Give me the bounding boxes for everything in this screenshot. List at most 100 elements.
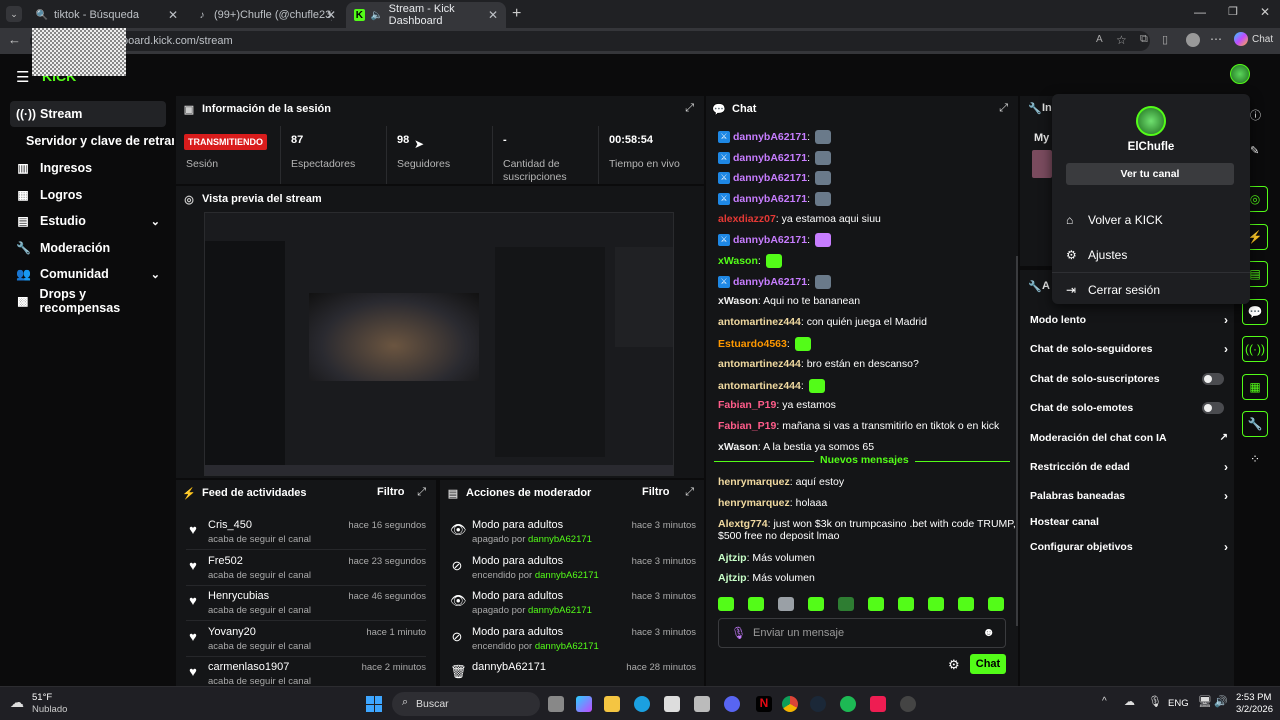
info-icon[interactable]: ⓘ [1250, 107, 1261, 123]
chat-username[interactable]: henrymarquez [718, 497, 790, 509]
expand-icon[interactable]: ⤢ [999, 102, 1008, 115]
chat-username[interactable]: Estuardo4563 [718, 338, 787, 350]
expand-icon[interactable]: ⤢ [685, 486, 694, 499]
activity-user[interactable]: Fre502 [208, 555, 243, 567]
chat-username[interactable]: henrymarquez [718, 476, 790, 488]
task-view-icon[interactable] [548, 696, 564, 712]
chat-username[interactable]: Fabian_P19 [718, 399, 776, 411]
chat-username[interactable]: dannybA62171 [733, 152, 807, 164]
chat-username[interactable]: dannybA62171 [733, 193, 807, 205]
chat-scrollbar[interactable] [1016, 256, 1018, 626]
favorite-icon[interactable]: ☆ [1116, 33, 1127, 47]
chat-username[interactable]: dannybA62171 [733, 276, 807, 288]
activity-user[interactable]: Yovany20 [208, 626, 256, 638]
menu-item-logout[interactable]: ⇥ Cerrar sesión [1066, 280, 1236, 300]
taskbar-search[interactable]: ⌕ Buscar [392, 692, 540, 716]
volume-icon[interactable]: 🔊 [1214, 695, 1228, 708]
file-explorer-icon[interactable] [604, 696, 620, 712]
chat-username[interactable]: xWason [718, 295, 758, 307]
minimize-icon[interactable]: — [1194, 5, 1206, 19]
emote-icon[interactable] [778, 597, 794, 611]
sidebar-item-stream-key[interactable]: Servidor y clave de retransmisión [26, 128, 174, 154]
profile-avatar[interactable] [1186, 33, 1200, 47]
restore-icon[interactable]: ❐ [1228, 5, 1238, 18]
tray-chevron-icon[interactable]: ^ [1102, 696, 1107, 707]
browser-tab-tiktok[interactable]: ♪ (99+)Chufle (@chufle23) | TikTok ✕ [188, 2, 344, 28]
chat-input-field[interactable]: 🎙 Enviar un mensaje ☻ [718, 618, 1006, 648]
chat-username[interactable]: Ajtzip [718, 572, 747, 584]
close-window-icon[interactable]: ✕ [1260, 5, 1270, 19]
more-menu-icon[interactable]: ⋯ [1210, 32, 1222, 46]
mail-icon[interactable] [694, 696, 710, 712]
mod-action-user[interactable]: dannybA62171 [528, 605, 592, 616]
expand-icon[interactable]: ⤢ [417, 486, 426, 499]
setting-host-channel[interactable]: Hostear canal [1030, 511, 1228, 533]
emoji-icon[interactable]: ☻ [982, 625, 995, 639]
chat-username[interactable]: dannybA62171 [733, 131, 807, 143]
chat-username[interactable]: Ajtzip [718, 552, 747, 564]
sidebar-item-ingresos[interactable]: ▥ Ingresos [10, 155, 166, 181]
new-tab-icon[interactable]: + [512, 5, 521, 23]
add-widget-icon[interactable]: ⁘ [1250, 452, 1260, 466]
filter-button[interactable]: Filtro [377, 486, 405, 498]
extensions-icon[interactable]: ⧉ [1140, 33, 1148, 46]
weather-widget[interactable]: ☁ 51°F Nublado [10, 692, 90, 716]
stream-preview-video[interactable] [204, 212, 674, 476]
rail-button-mod[interactable]: ▦ [1242, 374, 1268, 400]
emote-icon[interactable] [898, 597, 914, 611]
toggle-switch[interactable] [1202, 373, 1224, 385]
sidebar-item-stream[interactable]: ((·)) Stream [10, 101, 166, 127]
network-icon[interactable]: 🖥 [1198, 695, 1212, 708]
copilot-icon[interactable] [576, 696, 592, 712]
microphone-icon[interactable]: 🎙 [1148, 695, 1162, 708]
url-field[interactable]: board.kick.com/stream [30, 31, 1150, 51]
mod-action-user[interactable]: dannybA62171 [528, 534, 592, 545]
chat-username[interactable]: Alextg774 [718, 518, 768, 530]
activity-user[interactable]: Henrycubias [208, 590, 269, 602]
chat-username[interactable]: Fabian_P19 [718, 420, 776, 432]
mod-action-user[interactable]: dannybA62171 [535, 570, 599, 581]
split-screen-icon[interactable]: ▯ [1162, 33, 1168, 46]
onedrive-icon[interactable]: ☁ [1124, 695, 1135, 708]
chat-username[interactable]: antomartinez444 [718, 380, 801, 392]
sidebar-item-drops[interactable]: ▩ Drops y recompensas [10, 287, 166, 315]
setting-ai-moderation[interactable]: Moderación del chat con IA ↗ [1030, 427, 1228, 449]
clock-time[interactable]: 2:53 PM [1236, 692, 1271, 703]
sidebar-item-moderacion[interactable]: 🔧 Moderación [10, 235, 166, 261]
chat-username[interactable]: antomartinez444 [718, 358, 801, 370]
setting-emotes-only[interactable]: Chat de solo-emotes [1030, 397, 1228, 419]
obs-icon[interactable] [900, 696, 916, 712]
browser-tab-search[interactable]: 🔍 tiktok - Búsqueda ✕ [28, 2, 186, 28]
hamburger-menu-icon[interactable]: ☰ [16, 68, 29, 86]
chat-send-button[interactable]: Chat [970, 654, 1006, 674]
spotify-icon[interactable] [840, 696, 856, 712]
chrome-icon[interactable] [782, 696, 798, 712]
steam-icon[interactable] [810, 696, 826, 712]
close-tab-icon[interactable]: ✕ [168, 8, 178, 22]
chat-settings-icon[interactable]: ⚙ [948, 657, 960, 673]
user-avatar[interactable] [1230, 64, 1250, 84]
close-tab-icon[interactable]: ✕ [488, 8, 498, 22]
store-icon[interactable] [664, 696, 680, 712]
browser-tab-kick[interactable]: K 🔈 Stream - Kick Dashboard ✕ [346, 2, 506, 28]
expand-icon[interactable]: ⤢ [685, 102, 694, 115]
rail-button-tools[interactable]: 🔧 [1242, 411, 1268, 437]
language-indicator[interactable]: ENG [1168, 698, 1189, 709]
edit-icon[interactable]: ✎ [1250, 144, 1259, 157]
activity-user[interactable]: carmenlaso1907 [208, 661, 289, 673]
emote-icon[interactable] [808, 597, 824, 611]
chat-username[interactable]: antomartinez444 [718, 316, 801, 328]
setting-subscribers-only[interactable]: Chat de solo-suscriptores [1030, 368, 1228, 390]
setting-followers-only[interactable]: Chat de solo-seguidores › [1030, 338, 1228, 360]
microphone-icon[interactable]: 🎙 [731, 626, 746, 640]
emote-icon[interactable] [988, 597, 1004, 611]
close-tab-icon[interactable]: ✕ [326, 8, 336, 22]
tiktok-icon[interactable] [870, 696, 886, 712]
filter-button[interactable]: Filtro [642, 486, 670, 498]
chat-username[interactable]: alexdiazz07 [718, 213, 776, 225]
chat-username[interactable]: xWason [718, 441, 758, 453]
setting-slow-mode[interactable]: Modo lento › [1030, 309, 1228, 331]
menu-item-settings[interactable]: ⚙ Ajustes [1066, 245, 1236, 265]
activity-user[interactable]: Cris_450 [208, 519, 252, 531]
menu-item-back-to-kick[interactable]: ⌂ Volver a KICK [1066, 210, 1236, 230]
